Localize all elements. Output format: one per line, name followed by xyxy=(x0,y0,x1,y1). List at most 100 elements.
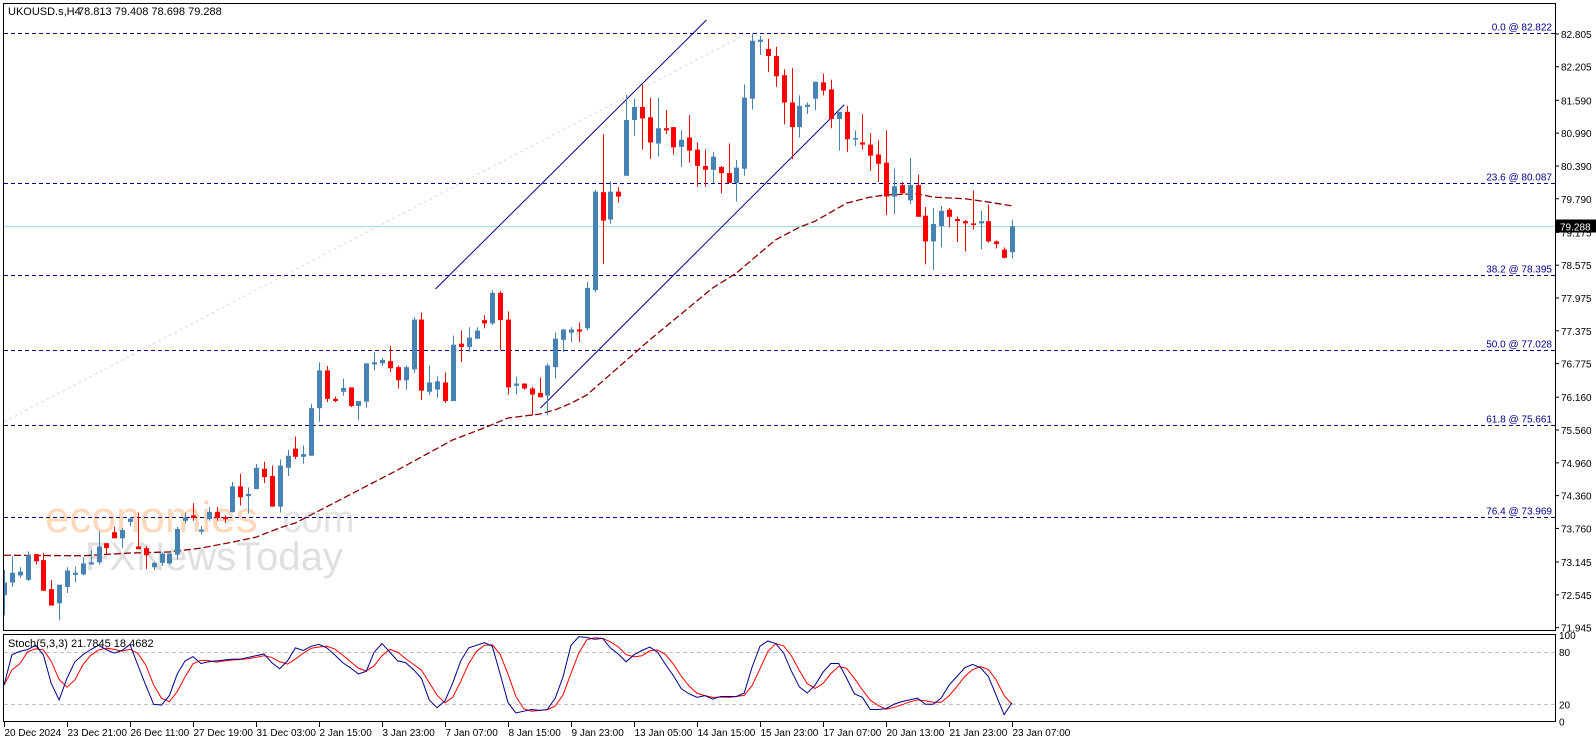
candle-bullish xyxy=(742,84,747,176)
candle-body xyxy=(727,173,732,183)
candle-bearish xyxy=(325,366,330,403)
candle-bullish xyxy=(593,190,598,293)
candle-body xyxy=(750,40,755,99)
candle-body xyxy=(459,343,464,347)
candle-body xyxy=(246,493,251,497)
candle-body xyxy=(979,221,984,224)
candle-bullish xyxy=(451,335,456,402)
time-tick-label: 3 Jan 23:00 xyxy=(383,728,436,739)
candle-bullish xyxy=(230,481,235,513)
candle-body xyxy=(601,192,606,221)
candle-body xyxy=(624,120,629,176)
candle-body xyxy=(286,455,291,468)
candle-body xyxy=(616,191,621,197)
time-tick-label: 23 Jan 07:00 xyxy=(1013,728,1071,739)
candle-body xyxy=(790,102,795,128)
candle-body xyxy=(230,486,235,513)
watermark-fxnewstoday: FXNewsToday xyxy=(85,535,343,579)
symbol-label: UKOUSD.s,H4 xyxy=(8,6,81,18)
candle-body xyxy=(278,465,283,507)
time-tick-label: 15 Jan 23:00 xyxy=(761,728,819,739)
candle-body xyxy=(506,319,511,388)
time-tick-label: 27 Dec 19:00 xyxy=(194,728,254,739)
candle-body xyxy=(26,555,31,580)
candle-body xyxy=(892,186,897,197)
price-chart[interactable]: economies .com FXNewsToday 0.0 @ 82.822 2… xyxy=(0,0,1596,743)
candle-body xyxy=(553,338,558,368)
candle-body xyxy=(703,165,708,170)
candle-body xyxy=(412,319,417,370)
candle-body xyxy=(585,287,590,329)
candle-body xyxy=(939,210,944,227)
candle-body xyxy=(640,106,645,119)
candle-body xyxy=(160,553,165,563)
candle-body xyxy=(270,475,275,507)
candle-body xyxy=(152,562,157,568)
candle-body xyxy=(254,467,259,490)
candle-body xyxy=(301,454,306,457)
candle-body xyxy=(916,185,921,217)
candle-body xyxy=(971,223,976,226)
candle-bullish xyxy=(26,551,31,581)
candle-bullish xyxy=(167,553,172,565)
candle-body xyxy=(994,241,999,245)
candle-body xyxy=(711,156,716,170)
candle-body xyxy=(341,387,346,392)
time-tick-label: 9 Jan 23:00 xyxy=(572,728,625,739)
fib-level-label: 76.4 @ 73.969 xyxy=(1486,507,1552,518)
candle-body xyxy=(57,584,62,604)
time-tick-label: 7 Jan 07:00 xyxy=(446,728,499,739)
fib-level-label: 61.8 @ 75.661 xyxy=(1486,415,1552,426)
candle-body xyxy=(671,127,676,148)
candle-body xyxy=(404,367,409,381)
price-tick-label: 82.805 xyxy=(1561,30,1592,41)
candle-body xyxy=(963,221,968,224)
candle-body xyxy=(679,139,684,147)
price-tick-label: 77.975 xyxy=(1561,294,1592,305)
price-tick-label: 76.160 xyxy=(1561,393,1592,404)
price-tick-label: 80.990 xyxy=(1561,129,1592,140)
candle-body xyxy=(656,128,661,144)
candle-bearish xyxy=(349,387,354,408)
price-tick-label: 73.760 xyxy=(1561,524,1592,535)
candle-body xyxy=(333,398,338,402)
candle-body xyxy=(81,563,86,575)
candle-body xyxy=(144,548,149,556)
time-tick-label: 31 Dec 03:00 xyxy=(257,728,317,739)
time-axis: 20 Dec 2024 23 Dec 21:00 26 Dec 11:00 27 De… xyxy=(4,722,1071,739)
candle-body xyxy=(364,363,369,402)
price-tick-label: 81.590 xyxy=(1561,96,1592,107)
time-tick-label: 21 Jan 23:00 xyxy=(950,728,1008,739)
candle-body xyxy=(215,512,220,519)
candle-bullish xyxy=(412,317,417,374)
price-tick-label: 82.205 xyxy=(1561,63,1592,74)
candle-bullish xyxy=(175,526,180,560)
candle-bullish xyxy=(490,290,495,326)
candle-body xyxy=(876,154,881,164)
candle-body xyxy=(719,167,724,174)
candle-body xyxy=(742,97,747,169)
candle-body xyxy=(829,89,834,119)
candle-body xyxy=(821,82,826,91)
watermark: economies .com FXNewsToday xyxy=(45,493,354,579)
candle-body xyxy=(545,365,550,396)
candle-body xyxy=(136,546,141,550)
time-tick-label: 2 Jan 15:00 xyxy=(320,728,373,739)
candle-body xyxy=(522,383,527,389)
candle-body xyxy=(664,128,669,131)
candle-body xyxy=(837,111,842,119)
candle-body xyxy=(797,105,802,128)
candle-body xyxy=(577,329,582,332)
candle-bearish xyxy=(506,311,511,395)
candle-body xyxy=(18,571,23,576)
candle-body xyxy=(104,543,109,549)
candle-body xyxy=(782,75,787,103)
stochastic-axis: 100 80 20 0 xyxy=(1559,631,1576,729)
candle-body xyxy=(396,367,401,381)
candle-body xyxy=(191,515,196,519)
candle-body xyxy=(774,56,779,77)
fib-level-label: 0.0 @ 82.822 xyxy=(1492,23,1553,34)
time-tick-label: 20 Jan 13:00 xyxy=(887,728,945,739)
candle-body xyxy=(648,117,653,143)
candle-body xyxy=(766,48,771,57)
